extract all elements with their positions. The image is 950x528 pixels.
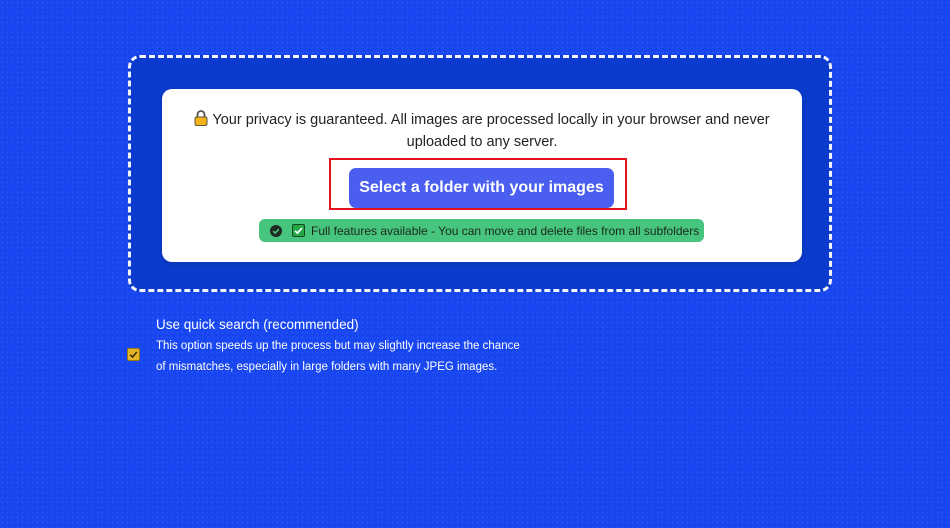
quick-search-checkbox[interactable] [127,348,140,361]
quick-search-title: Use quick search (recommended) [156,317,359,332]
privacy-text: Your privacy is guaranteed. All images a… [212,112,770,150]
lock-icon [194,110,208,126]
select-folder-button[interactable]: Select a folder with your images [349,168,614,208]
check-circle-icon [270,224,282,237]
quick-search-description: This option speeds up the process but ma… [156,340,520,373]
check-box-icon [292,224,305,237]
checkmark-icon [129,351,138,359]
privacy-notice: Your privacy is guaranteed. All images a… [192,109,772,153]
features-text: Full features available - You can move a… [311,223,700,238]
features-status-badge: Full features available - You can move a… [259,219,704,242]
